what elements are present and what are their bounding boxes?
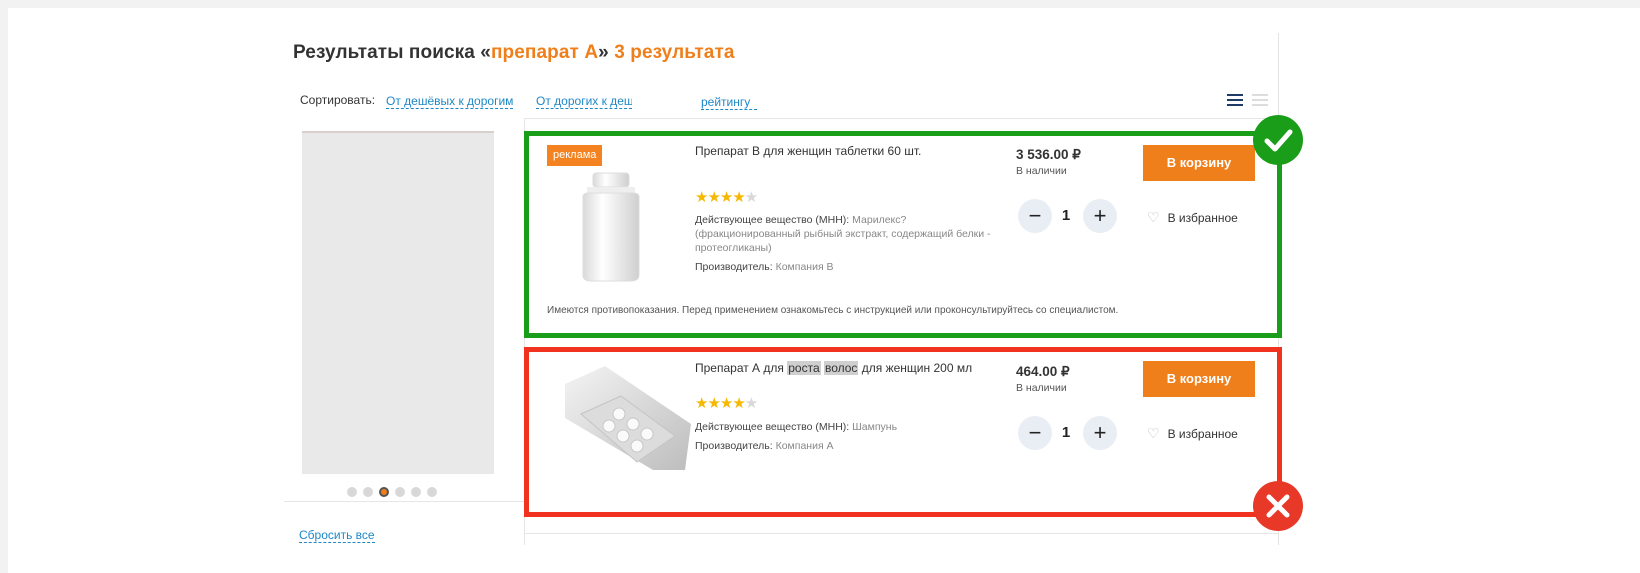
product-card: реклама Препарат В для женщин таблетки 6… <box>524 131 1282 338</box>
sidebar-banner[interactable] <box>302 131 494 474</box>
attr-label: Действующее вещество (МНН): <box>695 214 850 226</box>
grid-view-icon[interactable] <box>1252 94 1268 107</box>
qty-increase-button[interactable]: + <box>1083 199 1117 233</box>
manufacturer-value: Компания А <box>775 440 834 452</box>
search-highlight: волос <box>823 361 859 375</box>
active-ingredient: Действующее вещество (МНН): Шампунь <box>695 420 897 434</box>
rating-stars: ★★★★★ <box>695 395 758 412</box>
star-empty-icon: ★ <box>744 395 758 412</box>
product-image-blister[interactable] <box>565 366 691 472</box>
cross-icon <box>1253 481 1303 531</box>
search-query: препарат А <box>490 42 599 63</box>
star-empty-icon: ★ <box>744 189 758 206</box>
contraindications-note: Имеются противопоказания. Перед применен… <box>547 305 1119 316</box>
favorites-label: В избранное <box>1167 427 1238 441</box>
name-part: для женщин 200 мл <box>858 361 973 375</box>
sort-cheap-to-expensive-link[interactable]: От дешёвых к дорогим <box>386 95 514 109</box>
page-title: Результаты поиска «препарат А» 3 результ… <box>293 42 735 64</box>
check-icon <box>1253 115 1303 165</box>
title-prefix: Результаты поиска « <box>293 42 491 63</box>
attr-label: Действующее вещество (МНН): <box>695 421 850 433</box>
attr-value-line: протеогликаны) <box>695 242 772 254</box>
product-price: 3 536.00 ₽ <box>1016 147 1081 162</box>
heart-icon: ♡ <box>1147 209 1160 225</box>
add-to-cart-button[interactable]: В корзину <box>1143 361 1255 397</box>
attr-value: Шампунь <box>852 421 898 433</box>
manufacturer-label: Производитель: <box>695 440 773 452</box>
product-image-bottle[interactable] <box>573 171 649 283</box>
list-view-icon[interactable] <box>1227 94 1243 107</box>
carousel-dot-active[interactable] <box>379 486 389 497</box>
add-to-favorites-button[interactable]: ♡ В избранное <box>1147 425 1238 442</box>
add-to-cart-button[interactable]: В корзину <box>1143 145 1255 181</box>
sidebar-divider <box>284 501 525 502</box>
title-suffix: » <box>598 42 615 63</box>
star-icon: ★★★★ <box>695 395 746 412</box>
heart-icon: ♡ <box>1147 425 1160 441</box>
active-ingredient: Действующее вещество (МНН): Марилекс? (ф… <box>695 213 991 255</box>
manufacturer-label: Производитель: <box>695 261 773 273</box>
rating-stars: ★★★★★ <box>695 189 758 206</box>
qty-value[interactable]: 1 <box>1056 424 1076 441</box>
carousel-dot[interactable] <box>347 486 357 497</box>
qty-decrease-button[interactable]: − <box>1018 199 1052 233</box>
star-icon: ★★★★ <box>695 189 746 206</box>
results-count: 3 результата <box>614 42 735 63</box>
carousel-dot[interactable] <box>363 486 373 497</box>
ad-badge: реклама <box>547 145 603 166</box>
search-highlight: роста <box>787 361 821 375</box>
carousel-dot[interactable] <box>411 486 421 497</box>
sort-expensive-to-cheap-link[interactable]: От дорогих к деш <box>536 95 632 109</box>
manufacturer: Производитель: Компания А <box>695 439 834 453</box>
name-part: Препарат А для <box>695 361 788 375</box>
carousel-dot[interactable] <box>427 486 437 497</box>
attr-value-line: (фракционированный рыбный экстракт, соде… <box>695 228 991 240</box>
qty-value[interactable]: 1 <box>1056 207 1076 224</box>
stock-status: В наличии <box>1016 382 1067 394</box>
attr-value: Марилекс? <box>852 214 907 226</box>
qty-decrease-button[interactable]: − <box>1018 416 1052 450</box>
product-card: Препарат А для роста волос для женщин 20… <box>524 347 1282 517</box>
favorites-label: В избранное <box>1167 211 1238 225</box>
add-to-favorites-button[interactable]: ♡ В избранное <box>1147 209 1238 226</box>
product-price: 464.00 ₽ <box>1016 364 1070 379</box>
carousel-dots <box>347 483 443 497</box>
sort-divider <box>524 118 1279 119</box>
stock-status: В наличии <box>1016 165 1067 177</box>
manufacturer-value: Компания В <box>775 261 834 273</box>
reset-filters-link[interactable]: Сбросить все <box>299 529 375 543</box>
list-bottom-divider <box>524 533 1279 534</box>
carousel-dot[interactable] <box>395 486 405 497</box>
sort-label: Сортировать: <box>300 93 376 107</box>
product-name[interactable]: Препарат В для женщин таблетки 60 шт. <box>695 144 921 158</box>
sort-by-rating-link[interactable]: рейтингу <box>701 96 757 110</box>
qty-increase-button[interactable]: + <box>1083 416 1117 450</box>
manufacturer: Производитель: Компания В <box>695 260 834 274</box>
product-name[interactable]: Препарат А для роста волос для женщин 20… <box>695 361 972 375</box>
